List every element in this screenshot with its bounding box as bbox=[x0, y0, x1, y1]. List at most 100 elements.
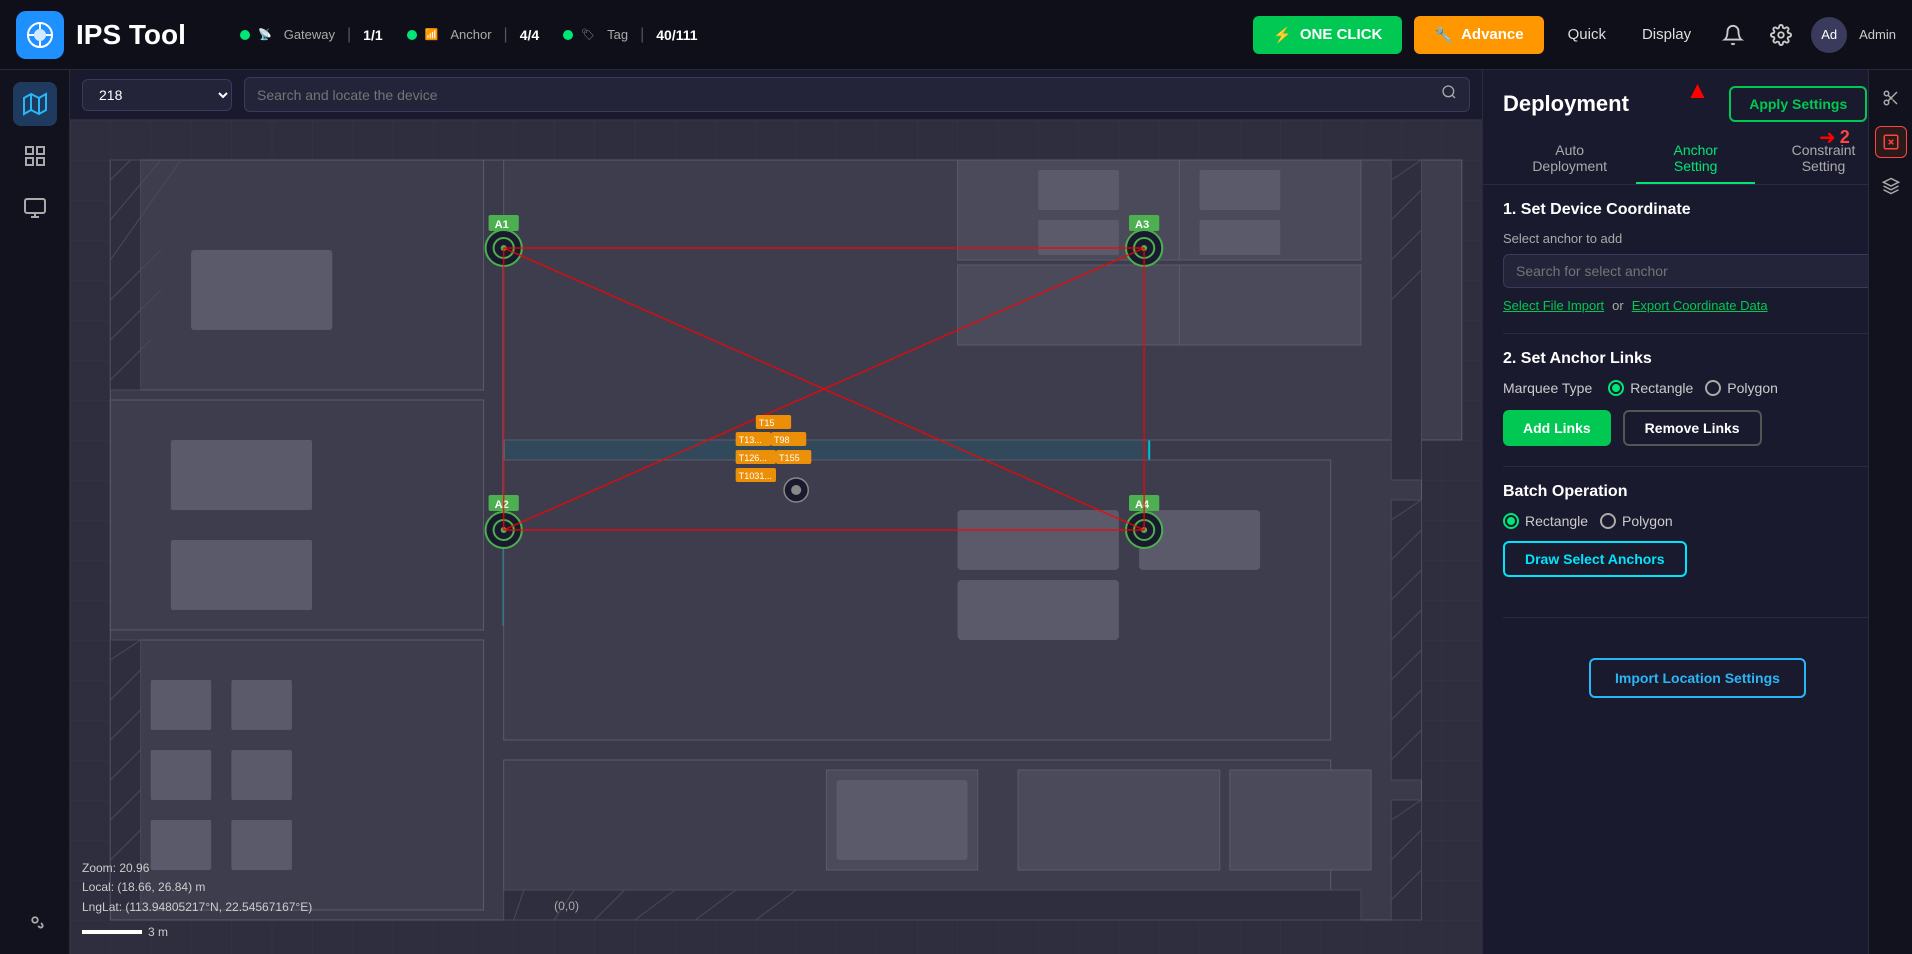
apply-settings-button[interactable]: Apply Settings bbox=[1729, 86, 1867, 122]
anchor-subtitle: Select anchor to add bbox=[1503, 231, 1892, 246]
polygon-radio-dot bbox=[1705, 380, 1721, 396]
svg-text:T13...: T13... bbox=[739, 435, 762, 445]
floor-bar: 218 bbox=[70, 70, 1482, 120]
import-section: Import Location Settings bbox=[1503, 617, 1892, 698]
oneclick-icon: ⚡ bbox=[1273, 26, 1292, 44]
map-canvas: A1 A3 A2 A4 bbox=[70, 120, 1482, 954]
lnglat-coords: LngLat: (113.94805217°N, 22.54567167°E) bbox=[82, 898, 312, 917]
tag-value: 40/111 bbox=[656, 27, 697, 43]
batch-rectangle-label: Rectangle bbox=[1525, 513, 1588, 529]
import-location-settings-button[interactable]: Import Location Settings bbox=[1589, 658, 1806, 698]
left-sidebar bbox=[0, 70, 70, 954]
advance-icon: 🔧 bbox=[1434, 26, 1453, 44]
marquee-label: Marquee Type bbox=[1503, 380, 1592, 396]
logo-area: IPS Tool bbox=[16, 11, 216, 59]
gateway-value: 1/1 bbox=[363, 27, 382, 43]
batch-polygon-radio[interactable]: Polygon bbox=[1600, 513, 1673, 529]
link-buttons: Add Links Remove Links bbox=[1503, 410, 1892, 446]
gateway-label: Gateway bbox=[284, 27, 335, 42]
sidebar-item-floor[interactable] bbox=[13, 186, 57, 230]
advance-button[interactable]: 🔧 Advance bbox=[1414, 16, 1543, 54]
section-divider-1 bbox=[1503, 333, 1892, 334]
scissors-button[interactable] bbox=[1875, 82, 1907, 114]
display-button[interactable]: Display bbox=[1630, 18, 1703, 51]
draw-select-anchors-button[interactable]: Draw Select Anchors bbox=[1503, 541, 1687, 577]
export-coordinate-link[interactable]: Export Coordinate Data bbox=[1632, 298, 1768, 313]
right-panel: Deployment Apply Settings ✕ ▲ Auto Deplo… bbox=[1482, 70, 1912, 954]
device-search-input[interactable] bbox=[257, 87, 1433, 103]
gateway-stat: 📡 Gateway | 1/1 bbox=[240, 26, 383, 44]
anchor-dot bbox=[407, 30, 417, 40]
sidebar-bottom bbox=[13, 898, 57, 942]
svg-text:T155: T155 bbox=[779, 453, 800, 463]
local-coords: Local: (18.66, 26.84) m bbox=[82, 878, 312, 897]
device-search-wrap bbox=[244, 77, 1470, 112]
svg-text:A2: A2 bbox=[495, 499, 509, 511]
advance-label: Advance bbox=[1461, 26, 1524, 43]
marquee-type-row: Marquee Type Rectangle Polygon bbox=[1503, 380, 1892, 396]
notification-button[interactable] bbox=[1715, 17, 1751, 53]
settings-button[interactable] bbox=[1763, 17, 1799, 53]
polygon-radio[interactable]: Polygon bbox=[1705, 380, 1778, 396]
tab-auto-deployment[interactable]: Auto Deployment bbox=[1503, 134, 1636, 184]
gateway-dot bbox=[240, 30, 250, 40]
floor-select[interactable]: 218 bbox=[82, 79, 232, 111]
avatar: Ad bbox=[1811, 17, 1847, 53]
top-navigation: IPS Tool 📡 Gateway | 1/1 📶 Anchor | 4/4 … bbox=[0, 0, 1912, 70]
svg-text:T126...: T126... bbox=[739, 453, 767, 463]
select-file-import-link[interactable]: Select File Import bbox=[1503, 298, 1604, 313]
anchor-icon: 📶 bbox=[425, 28, 439, 41]
svg-text:A3: A3 bbox=[1135, 219, 1149, 231]
section1-title: 1. Set Device Coordinate bbox=[1503, 201, 1892, 219]
anchor-value: 4/4 bbox=[520, 27, 539, 43]
batch-rectangle-radio[interactable]: Rectangle bbox=[1503, 513, 1588, 529]
gateway-icon: 📡 bbox=[258, 28, 272, 41]
quick-button[interactable]: Quick bbox=[1556, 18, 1618, 51]
remove-links-button[interactable]: Remove Links bbox=[1623, 410, 1762, 446]
oneclick-button[interactable]: ⚡ ONE CLICK bbox=[1253, 16, 1402, 54]
zoom-info: Zoom: 20.96 Local: (18.66, 26.84) m LngL… bbox=[82, 859, 312, 942]
tag-icon: 🏷 bbox=[581, 28, 595, 41]
marquee-radio-group: Rectangle Polygon bbox=[1608, 380, 1778, 396]
polygon-label: Polygon bbox=[1727, 380, 1778, 396]
anchor-search-input[interactable] bbox=[1516, 263, 1867, 279]
admin-label: Admin bbox=[1859, 27, 1896, 42]
oneclick-label: ONE CLICK bbox=[1300, 26, 1383, 43]
nav-stats: 📡 Gateway | 1/1 📶 Anchor | 4/4 🏷 Tag | 4… bbox=[240, 26, 698, 44]
app-logo-icon bbox=[16, 11, 64, 59]
map-area[interactable]: A1 A3 A2 A4 bbox=[70, 120, 1482, 954]
svg-text:A1: A1 bbox=[495, 219, 509, 231]
scale-label: 3 m bbox=[148, 923, 168, 942]
rectangle-radio[interactable]: Rectangle bbox=[1608, 380, 1693, 396]
batch-rect-dot bbox=[1503, 513, 1519, 529]
panel-icon-strip: ➜ 2 bbox=[1868, 70, 1912, 954]
zoom-level: Zoom: 20.96 bbox=[82, 859, 312, 878]
sidebar-item-settings[interactable] bbox=[13, 898, 57, 942]
rectangle-label: Rectangle bbox=[1630, 380, 1693, 396]
anchor-settings-button[interactable] bbox=[1875, 126, 1907, 158]
svg-text:T15: T15 bbox=[759, 418, 775, 428]
tab-anchor-setting[interactable]: Anchor Setting bbox=[1636, 134, 1755, 184]
scale-bar: 3 m bbox=[82, 923, 312, 942]
panel-title: Deployment bbox=[1503, 91, 1629, 117]
sidebar-item-map[interactable] bbox=[13, 82, 57, 126]
anchor-label: Anchor bbox=[450, 27, 491, 42]
device-search-button[interactable] bbox=[1441, 84, 1457, 105]
scale-line bbox=[82, 930, 142, 934]
sidebar-item-dashboard[interactable] bbox=[13, 134, 57, 178]
panel-content: 1. Set Device Coordinate Select anchor t… bbox=[1483, 185, 1912, 954]
anchor-select-wrap[interactable]: ▼ bbox=[1503, 254, 1892, 288]
nav-right: ⚡ ONE CLICK 🔧 Advance Quick Display Ad A… bbox=[1253, 16, 1896, 54]
batch-operation-section: Batch Operation Rectangle Polygon Draw S… bbox=[1503, 483, 1892, 577]
app-title: IPS Tool bbox=[76, 19, 186, 51]
svg-text:T98: T98 bbox=[774, 435, 790, 445]
tag-dot bbox=[563, 30, 573, 40]
section-device-coordinate: 1. Set Device Coordinate Select anchor t… bbox=[1503, 201, 1892, 313]
or-separator: or bbox=[1612, 298, 1624, 313]
tag-label: Tag bbox=[607, 27, 628, 42]
anchor-stat: 📶 Anchor | 4/4 bbox=[407, 26, 540, 44]
svg-text:T1031...: T1031... bbox=[739, 471, 772, 481]
add-links-button[interactable]: Add Links bbox=[1503, 410, 1611, 446]
batch-polygon-dot bbox=[1600, 513, 1616, 529]
layers-button[interactable] bbox=[1875, 170, 1907, 202]
